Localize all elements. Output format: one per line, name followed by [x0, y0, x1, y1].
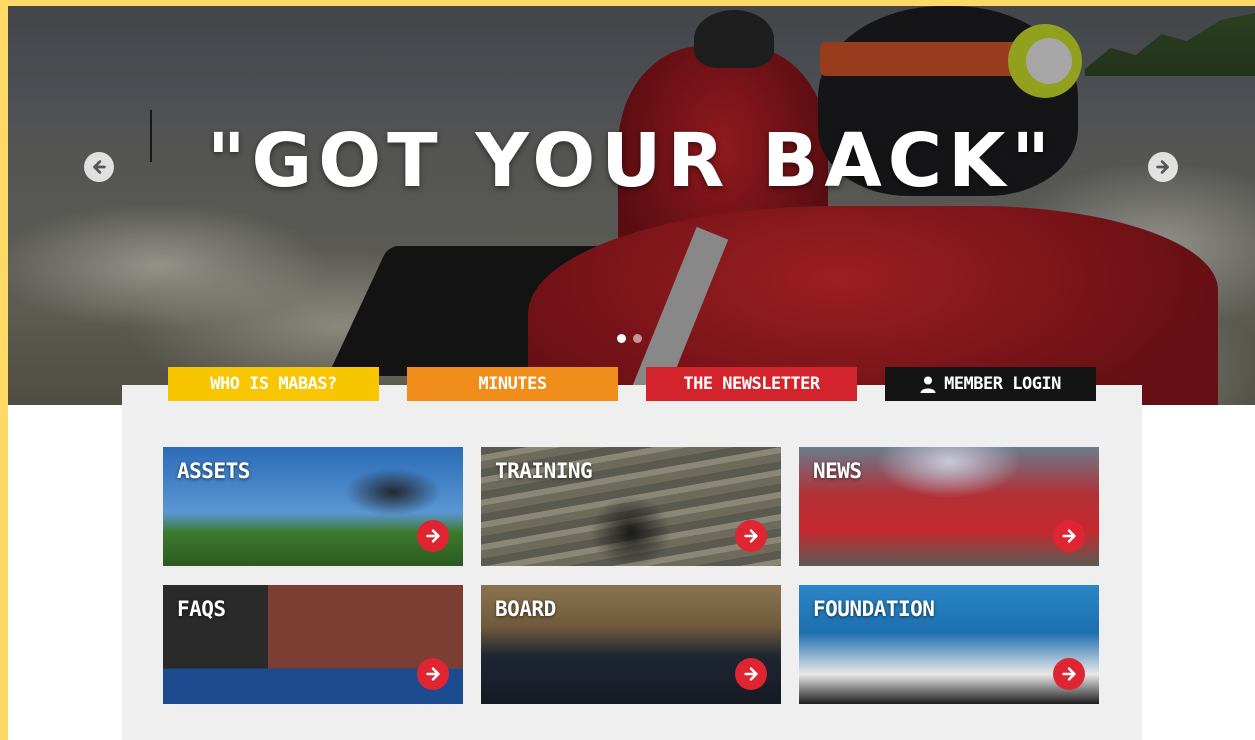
carousel-next-button[interactable] [1148, 152, 1178, 182]
arrow-right-icon[interactable] [417, 658, 449, 690]
tab-who-is-mabas[interactable]: WHO IS MABAS? [168, 367, 379, 401]
hero-overlay [8, 6, 1255, 405]
card-label: FAQS [177, 597, 226, 621]
tab-label: MEMBER LOGIN [944, 374, 1061, 394]
user-icon [920, 376, 936, 393]
tab-label: WHO IS MABAS? [210, 374, 337, 394]
tab-member-login[interactable]: MEMBER LOGIN [885, 367, 1096, 401]
carousel-indicators [617, 334, 642, 343]
tab-label: THE NEWSLETTER [683, 374, 820, 394]
card-board[interactable]: BOARD [481, 585, 781, 704]
arrow-right-icon[interactable] [735, 658, 767, 690]
card-assets[interactable]: ASSETS [163, 447, 463, 566]
card-training[interactable]: TRAINING [481, 447, 781, 566]
tab-the-newsletter[interactable]: THE NEWSLETTER [646, 367, 857, 401]
card-label: NEWS [813, 459, 862, 483]
arrow-right-icon[interactable] [1053, 520, 1085, 552]
card-label: BOARD [495, 597, 556, 621]
carousel-dot-1[interactable] [617, 334, 626, 343]
page-frame: "GOT YOUR BACK" WHO IS MABAS? MINUTES TH… [8, 6, 1255, 740]
card-label: ASSETS [177, 459, 250, 483]
arrow-right-icon[interactable] [1053, 658, 1085, 690]
hero-carousel: "GOT YOUR BACK" [8, 6, 1255, 405]
arrow-right-icon[interactable] [735, 520, 767, 552]
tab-minutes[interactable]: MINUTES [407, 367, 618, 401]
arrow-right-icon[interactable] [417, 520, 449, 552]
chevron-right-icon [1156, 160, 1169, 174]
carousel-dot-2[interactable] [633, 334, 642, 343]
carousel-prev-button[interactable] [84, 152, 114, 182]
hero-quote: "GOT YOUR BACK" [206, 118, 1056, 204]
card-foundation[interactable]: FOUNDATION [799, 585, 1099, 704]
card-label: TRAINING [495, 459, 593, 483]
card-label: FOUNDATION [813, 597, 935, 621]
card-news[interactable]: NEWS [799, 447, 1099, 566]
card-faqs[interactable]: FAQS [163, 585, 463, 704]
chevron-left-icon [93, 160, 106, 174]
tab-label: MINUTES [478, 374, 547, 394]
